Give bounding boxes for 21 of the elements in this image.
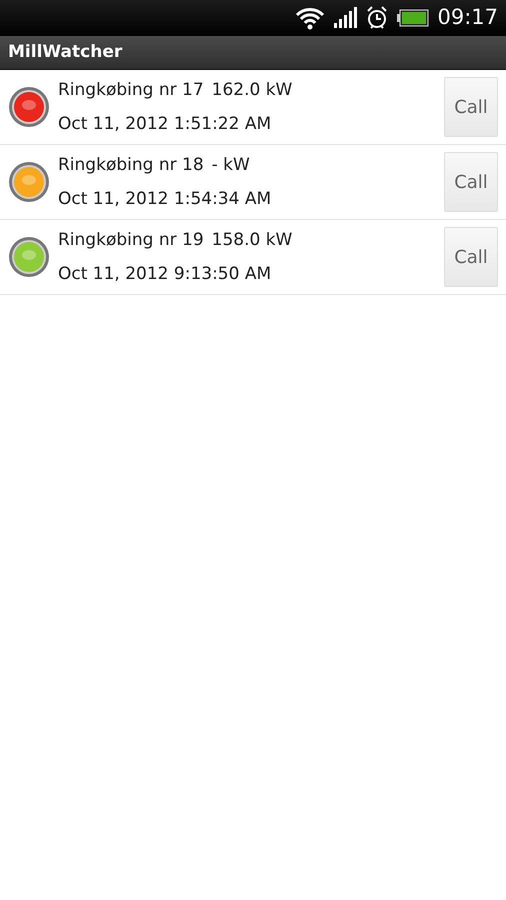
call-button[interactable]: Call xyxy=(444,77,498,137)
call-button[interactable]: Call xyxy=(444,227,498,287)
clock-time: 09:17 xyxy=(437,4,498,32)
timestamp: Oct 11, 2012 1:51:22 AM xyxy=(58,114,272,134)
mill-name: Ringkøbing nr 19 xyxy=(58,229,204,252)
mill-name: Ringkøbing nr 17 xyxy=(58,79,204,102)
mill-name: Ringkøbing nr 18 xyxy=(58,154,204,177)
call-button[interactable]: Call xyxy=(444,152,498,212)
app-title: MillWatcher xyxy=(8,40,122,64)
timestamp: Oct 11, 2012 9:13:50 AM xyxy=(58,264,272,284)
timestamp: Oct 11, 2012 1:54:34 AM xyxy=(58,189,272,209)
power-reading: 162.0 kW xyxy=(212,79,292,102)
status-light-icon xyxy=(8,236,50,278)
alarm-clock-icon xyxy=(365,5,390,31)
status-light-icon xyxy=(8,86,50,128)
power-reading: 158.0 kW xyxy=(212,229,292,252)
status-light-icon xyxy=(8,161,50,203)
signal-icon xyxy=(333,7,358,29)
battery-icon xyxy=(397,9,430,27)
wifi-icon xyxy=(295,6,326,30)
power-reading: - kW xyxy=(212,154,250,177)
